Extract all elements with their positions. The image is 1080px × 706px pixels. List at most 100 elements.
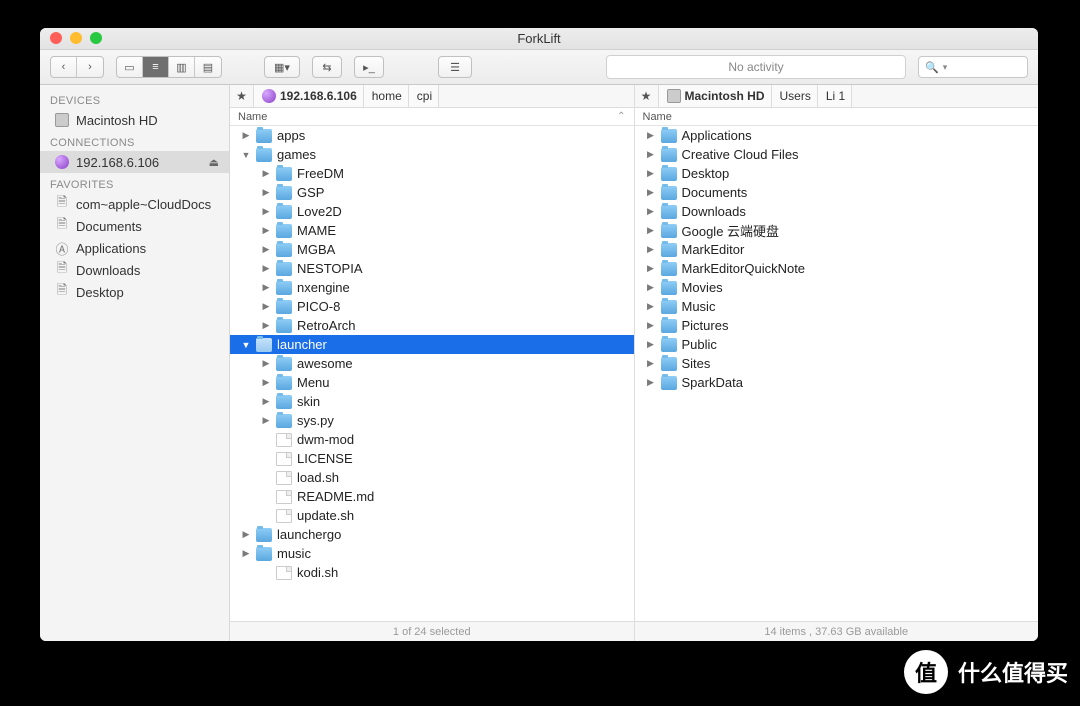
disclosure-icon[interactable]: ▶ bbox=[645, 263, 657, 274]
disclosure-icon[interactable]: ▶ bbox=[645, 206, 657, 217]
disclosure-icon[interactable]: ▶ bbox=[645, 320, 657, 331]
close-icon[interactable] bbox=[50, 32, 62, 44]
favorite-star-icon[interactable]: ★ bbox=[635, 85, 659, 107]
list-item[interactable]: ▶nxengine bbox=[230, 278, 634, 297]
list-item[interactable]: ▶skin bbox=[230, 392, 634, 411]
disclosure-icon[interactable]: ▶ bbox=[645, 301, 657, 312]
disclosure-icon[interactable]: ▼ bbox=[240, 340, 252, 350]
disclosure-icon[interactable]: ▶ bbox=[240, 130, 252, 141]
favorite-star-icon[interactable]: ★ bbox=[230, 85, 254, 107]
titlebar[interactable]: ForkLift bbox=[40, 28, 1038, 50]
list-item[interactable]: ▼games bbox=[230, 145, 634, 164]
list-item[interactable]: ▶apps bbox=[230, 126, 634, 145]
sidebar-item[interactable]: 🗎com~apple~CloudDocs bbox=[40, 193, 229, 215]
view-column-icon[interactable]: ▥ bbox=[169, 57, 195, 77]
list-item[interactable]: ▶Pictures bbox=[635, 316, 1039, 335]
breadcrumb[interactable]: cpi bbox=[409, 85, 439, 107]
disclosure-icon[interactable]: ▶ bbox=[240, 529, 252, 540]
back-button[interactable]: ‹ bbox=[51, 57, 77, 77]
sidebar-item[interactable]: Macintosh HD bbox=[40, 109, 229, 131]
disclosure-icon[interactable]: ▶ bbox=[645, 149, 657, 160]
terminal-button[interactable]: ▸_ bbox=[354, 56, 384, 78]
column-header[interactable]: Name bbox=[635, 108, 1039, 126]
disclosure-icon[interactable]: ▶ bbox=[645, 339, 657, 350]
sidebar-item[interactable]: 🗎Documents bbox=[40, 215, 229, 237]
action-dropdown[interactable]: ▦▾ bbox=[264, 56, 300, 78]
list-item[interactable]: ▶Music bbox=[635, 297, 1039, 316]
disclosure-icon[interactable]: ▶ bbox=[260, 263, 272, 274]
disclosure-icon[interactable]: ▶ bbox=[260, 206, 272, 217]
list-item[interactable]: ▶awesome bbox=[230, 354, 634, 373]
list-item[interactable]: ▶MarkEditorQuickNote bbox=[635, 259, 1039, 278]
disclosure-icon[interactable]: ▶ bbox=[260, 187, 272, 198]
sidebar-item[interactable]: ⒶApplications bbox=[40, 237, 229, 259]
list-item[interactable]: ▶Documents bbox=[635, 183, 1039, 202]
list-item[interactable]: ▶MGBA bbox=[230, 240, 634, 259]
list-item[interactable]: ▼launcher bbox=[230, 335, 634, 354]
breadcrumb[interactable]: 192.168.6.106 bbox=[254, 85, 364, 107]
disclosure-icon[interactable]: ▶ bbox=[260, 358, 272, 369]
list-item[interactable]: ▶MAME bbox=[230, 221, 634, 240]
disclosure-icon[interactable]: ▶ bbox=[260, 282, 272, 293]
sync-button[interactable]: ⇆ bbox=[312, 56, 342, 78]
disclosure-icon[interactable]: ▶ bbox=[260, 415, 272, 426]
search-input[interactable]: 🔍▾ bbox=[918, 56, 1028, 78]
disclosure-icon[interactable]: ▶ bbox=[260, 225, 272, 236]
list-item[interactable]: ▶NESTOPIA bbox=[230, 259, 634, 278]
disclosure-icon[interactable]: ▶ bbox=[240, 548, 252, 559]
view-icon-icon[interactable]: ▭ bbox=[117, 57, 143, 77]
disclosure-icon[interactable]: ▶ bbox=[260, 301, 272, 312]
list-item[interactable]: ▶MarkEditor bbox=[635, 240, 1039, 259]
breadcrumb[interactable]: Li 1 bbox=[818, 85, 852, 107]
zoom-icon[interactable] bbox=[90, 32, 102, 44]
view-gallery-icon[interactable]: ▤ bbox=[195, 57, 221, 77]
minimize-icon[interactable] bbox=[70, 32, 82, 44]
list-item[interactable]: ▶sys.py bbox=[230, 411, 634, 430]
list-item[interactable]: ▶Google 云端硬盘 bbox=[635, 221, 1039, 240]
sidebar-item[interactable]: 🗎Downloads bbox=[40, 259, 229, 281]
list-item[interactable]: ▶music bbox=[230, 544, 634, 563]
disclosure-icon[interactable]: ▶ bbox=[645, 377, 657, 388]
list-item[interactable]: LICENSE bbox=[230, 449, 634, 468]
list-item[interactable]: ▶FreeDM bbox=[230, 164, 634, 183]
disclosure-icon[interactable]: ▶ bbox=[260, 168, 272, 179]
list-item[interactable]: ▶Sites bbox=[635, 354, 1039, 373]
list-item[interactable]: ▶RetroArch bbox=[230, 316, 634, 335]
disclosure-icon[interactable]: ▶ bbox=[260, 377, 272, 388]
list-item[interactable]: update.sh bbox=[230, 506, 634, 525]
list-item[interactable]: kodi.sh bbox=[230, 563, 634, 582]
disclosure-icon[interactable]: ▶ bbox=[645, 168, 657, 179]
view-list-icon[interactable]: ≡ bbox=[143, 57, 169, 77]
column-header[interactable]: Name⌃ bbox=[230, 108, 634, 126]
forward-button[interactable]: › bbox=[77, 57, 103, 77]
list-item[interactable]: ▶Applications bbox=[635, 126, 1039, 145]
menu-button[interactable]: ☰ bbox=[438, 56, 472, 78]
list-item[interactable]: ▶Desktop bbox=[635, 164, 1039, 183]
disclosure-icon[interactable]: ▼ bbox=[240, 150, 252, 160]
disclosure-icon[interactable]: ▶ bbox=[645, 244, 657, 255]
disclosure-icon[interactable]: ▶ bbox=[260, 396, 272, 407]
disclosure-icon[interactable]: ▶ bbox=[645, 130, 657, 141]
breadcrumb[interactable]: Users bbox=[772, 85, 818, 107]
list-item[interactable]: ▶launchergo bbox=[230, 525, 634, 544]
disclosure-icon[interactable]: ▶ bbox=[260, 244, 272, 255]
list-item[interactable]: ▶Movies bbox=[635, 278, 1039, 297]
sidebar-item[interactable]: 192.168.6.106⏏ bbox=[40, 151, 229, 173]
list-item[interactable]: ▶GSP bbox=[230, 183, 634, 202]
disclosure-icon[interactable]: ▶ bbox=[645, 358, 657, 369]
breadcrumb[interactable]: home bbox=[364, 85, 409, 107]
list-item[interactable]: ▶SparkData bbox=[635, 373, 1039, 392]
sidebar-item[interactable]: 🗎Desktop bbox=[40, 281, 229, 303]
breadcrumb[interactable]: Macintosh HD bbox=[659, 85, 772, 107]
list-item[interactable]: ▶PICO-8 bbox=[230, 297, 634, 316]
list-item[interactable]: dwm-mod bbox=[230, 430, 634, 449]
list-item[interactable]: ▶Downloads bbox=[635, 202, 1039, 221]
list-item[interactable]: ▶Menu bbox=[230, 373, 634, 392]
list-item[interactable]: load.sh bbox=[230, 468, 634, 487]
list-item[interactable]: ▶Public bbox=[635, 335, 1039, 354]
disclosure-icon[interactable]: ▶ bbox=[645, 187, 657, 198]
list-item[interactable]: ▶Creative Cloud Files bbox=[635, 145, 1039, 164]
disclosure-icon[interactable]: ▶ bbox=[260, 320, 272, 331]
eject-icon[interactable]: ⏏ bbox=[209, 156, 219, 169]
disclosure-icon[interactable]: ▶ bbox=[645, 282, 657, 293]
